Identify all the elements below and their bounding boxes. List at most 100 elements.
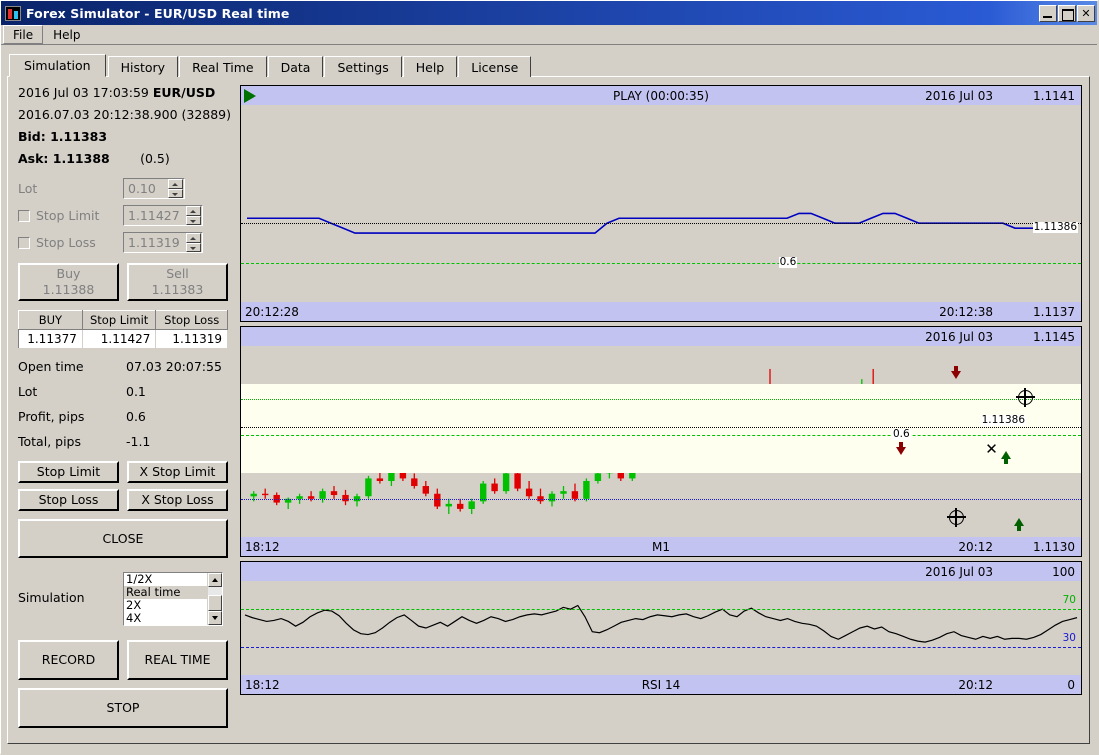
tab-page-simulation: 2016 Jul 03 17:03:59 EUR/USD 2016.07.03 … (7, 76, 1090, 744)
main-header-high: 1.1145 (1033, 329, 1075, 344)
stat-value: -1.1 (126, 434, 151, 449)
stop-limit-stepper[interactable]: 1.11427 (123, 205, 203, 226)
tab-help[interactable]: Help (402, 56, 458, 77)
main-chart-header: 2016 Jul 03 1.1145 (241, 327, 1081, 346)
table-row[interactable]: 1.11377 1.11427 1.11319 (18, 329, 228, 349)
stat-total-pips: Total, pips -1.1 (18, 434, 238, 449)
tab-strip: Simulation History Real Time Data Settin… (9, 54, 532, 77)
minimize-button[interactable] (1039, 4, 1057, 22)
stop-limit-label: Stop Limit (36, 208, 100, 223)
tab-real-time[interactable]: Real Time (179, 56, 267, 77)
tab-simulation[interactable]: Simulation (9, 54, 106, 77)
scrollbar-thumb[interactable] (208, 595, 222, 611)
rsi-header-date: 2016 Jul 03 (925, 564, 993, 579)
main-chart-panel[interactable]: 2016 Jul 03 1.1145 1.11386 0.6 ✕ 18:12 M… (240, 326, 1082, 557)
menu-bar: File Help (1, 25, 1097, 45)
menu-item-file[interactable]: File (3, 25, 44, 44)
sell-label: Sell (166, 266, 189, 282)
open-position-table: BUY Stop Limit Stop Loss 1.11377 1.11427… (18, 310, 228, 349)
tick-line: 2016.07.03 20:12:38.900 (32889) (18, 107, 232, 122)
spin-up-icon[interactable] (186, 233, 201, 243)
simulation-speed-listbox[interactable]: 1/2X Real time 2X 4X Max (123, 572, 223, 626)
rsi-header-high: 100 (1052, 564, 1075, 579)
stop-limit-spin-arrows[interactable] (186, 206, 201, 225)
spin-down-icon[interactable] (186, 215, 201, 225)
tick-chart-body: 1.11386 0.6 (241, 105, 1081, 302)
main-chart-body: 1.11386 0.6 ✕ (241, 346, 1081, 537)
main-price-line (241, 427, 1081, 429)
stat-key: Open time (18, 359, 84, 374)
stat-open-time: Open time 07.03 20:07:55 (18, 359, 238, 374)
bid-line: Bid: 1.11383 (18, 129, 108, 144)
col-header-buy: BUY (18, 310, 83, 330)
zoom-band (241, 384, 1081, 474)
tab-license[interactable]: License (458, 56, 532, 77)
stat-key: Total, pips (18, 434, 81, 449)
spin-up-icon[interactable] (186, 206, 201, 216)
tab-history[interactable]: History (107, 56, 179, 77)
rsi-chart-body: 70 30 (241, 581, 1081, 675)
chart-area: PLAY (00:00:35) 2016 Jul 03 1.1141 1.113… (240, 85, 1082, 735)
rsi-chart-panel[interactable]: 2016 Jul 03 100 70 30 18:12 RSI 14 20:12… (240, 561, 1082, 695)
ask-line: Ask: 1.11388 (0.5) (18, 151, 238, 166)
stop-loss-spin-arrows[interactable] (186, 233, 201, 252)
x-stop-loss-button[interactable]: X Stop Loss (127, 489, 228, 511)
rsi-footer-low: 0 (1067, 677, 1075, 692)
trading-control-panel: 2016 Jul 03 17:03:59 EUR/USD 2016.07.03 … (18, 85, 238, 735)
spin-down-icon[interactable] (168, 188, 183, 198)
scroll-down-icon[interactable] (208, 611, 222, 625)
buy-button[interactable]: Buy 1.11388 (18, 263, 119, 301)
stat-key: Profit, pips (18, 409, 85, 424)
main-footer-right: 20:12 (958, 539, 993, 554)
listbox-scrollbar[interactable] (207, 573, 222, 625)
record-button[interactable]: RECORD (18, 640, 119, 680)
col-header-stop-limit: Stop Limit (81, 310, 157, 330)
main-upper-level-line (241, 399, 1081, 401)
spin-up-icon[interactable] (168, 179, 183, 189)
tab-data[interactable]: Data (267, 56, 324, 77)
menu-item-help[interactable]: Help (43, 25, 90, 44)
rsi-footer-title: RSI 14 (641, 677, 681, 692)
maximize-button[interactable] (1058, 4, 1076, 22)
close-position-button[interactable]: CLOSE (18, 519, 228, 558)
tick-footer-left: 20:12:28 (245, 304, 299, 319)
tick-header-date: 2016 Jul 03 (925, 88, 993, 103)
rsi-line-svg (241, 581, 1081, 675)
tick-chart-panel[interactable]: PLAY (00:00:35) 2016 Jul 03 1.1141 1.113… (240, 85, 1082, 322)
x-stop-limit-button[interactable]: X Stop Limit (127, 461, 228, 483)
close-icon: ✕ (1081, 6, 1091, 20)
stop-loss-button[interactable]: Stop Loss (18, 489, 119, 511)
lot-spin-arrows[interactable] (168, 179, 183, 198)
stop-loss-row: Stop Loss 1.11319 (18, 232, 238, 253)
rsi-plot: 70 30 (241, 581, 1081, 675)
tab-settings[interactable]: Settings (324, 56, 402, 77)
scroll-up-icon[interactable] (208, 573, 222, 587)
tick-footer-right: 20:12:38 (939, 304, 993, 319)
rsi-lower-level-line (241, 646, 1081, 648)
symbol-label: EUR/USD (152, 85, 216, 100)
real-time-button[interactable]: REAL TIME (127, 640, 228, 680)
buy-marker-icon (1013, 517, 1024, 531)
stop-loss-checkbox[interactable] (18, 236, 30, 249)
stat-key: Lot (18, 384, 38, 399)
tick-chart-header: PLAY (00:00:35) 2016 Jul 03 1.1141 (241, 86, 1081, 105)
stop-limit-button[interactable]: Stop Limit (18, 461, 119, 483)
lot-label: Lot (18, 181, 38, 196)
stop-limit-checkbox[interactable] (18, 209, 30, 222)
sell-price: 1.11383 (151, 282, 204, 297)
col-header-stop-loss: Stop Loss (155, 310, 228, 330)
stop-limit-row: Stop Limit 1.11427 (18, 205, 238, 226)
stop-button[interactable]: STOP (18, 688, 228, 728)
spin-down-icon[interactable] (186, 242, 201, 252)
tick-price-line (241, 223, 1081, 225)
close-button[interactable]: ✕ (1077, 4, 1095, 22)
lot-stepper[interactable]: 0.10 (123, 178, 185, 199)
app-icon (5, 5, 21, 21)
stop-limit-value: 1.11427 (128, 208, 180, 223)
rsi-lower-level-label: 30 (1062, 631, 1076, 644)
stop-loss-stepper[interactable]: 1.11319 (123, 232, 203, 253)
speed-option-max[interactable]: Max (126, 625, 150, 626)
stat-value: 0.1 (126, 384, 146, 399)
rsi-upper-level-line (241, 609, 1081, 611)
sell-button[interactable]: Sell 1.11383 (127, 263, 228, 301)
